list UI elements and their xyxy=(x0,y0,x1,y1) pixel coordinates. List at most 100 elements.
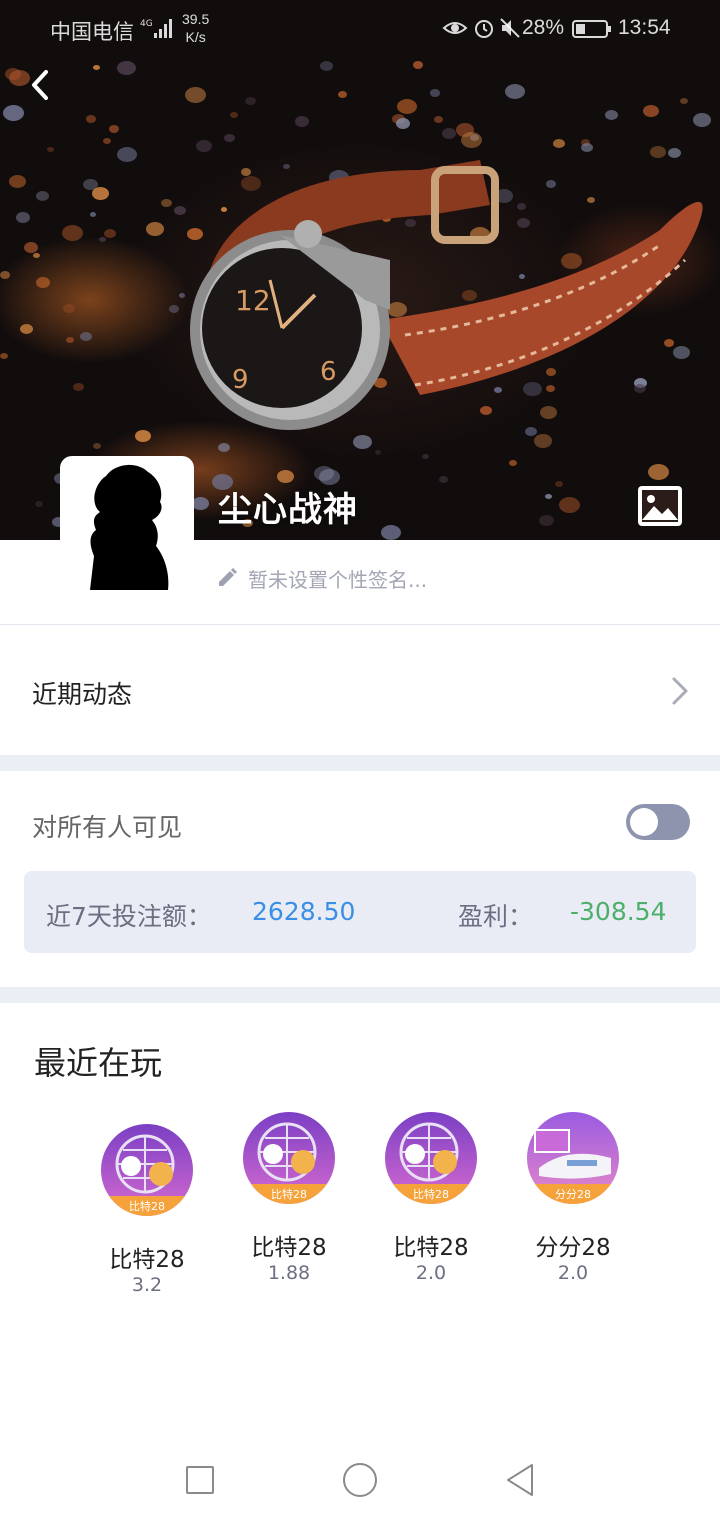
sequin-decoration xyxy=(80,332,92,341)
sequin-decoration xyxy=(73,383,84,391)
recent-activity-row[interactable]: 近期动态 xyxy=(0,625,720,755)
sequin-decoration xyxy=(36,191,49,201)
sequin-decoration xyxy=(559,497,580,513)
signature-text: 暂未设置个性签名... xyxy=(248,568,428,592)
sequin-decoration xyxy=(179,293,185,298)
svg-text:比特28: 比特28 xyxy=(271,1187,307,1201)
sequin-decoration xyxy=(117,147,137,162)
sequin-decoration xyxy=(9,175,26,188)
sequin-decoration xyxy=(509,460,517,466)
svg-text:分分28: 分分28 xyxy=(555,1188,591,1201)
battery-icon xyxy=(572,20,611,38)
profit-value: -308.54 xyxy=(570,897,667,926)
alarm-icon xyxy=(475,20,493,38)
sequin-decoration xyxy=(135,430,151,442)
sequin-decoration xyxy=(338,91,347,98)
home-icon[interactable] xyxy=(343,1463,377,1497)
section-separator xyxy=(0,987,720,1003)
sequin-decoration xyxy=(83,179,98,190)
sequin-decoration xyxy=(381,525,401,540)
svg-text:4G: 4G xyxy=(140,19,153,29)
game-name: 比特28 xyxy=(393,1235,469,1261)
sequin-decoration xyxy=(224,134,235,142)
sequin-decoration xyxy=(320,61,333,71)
svg-text:6: 6 xyxy=(320,357,337,387)
fenfen28-game-icon: 分分28 xyxy=(527,1112,619,1204)
sequin-decoration xyxy=(63,304,75,313)
sequin-decoration xyxy=(103,138,111,144)
sequin-decoration xyxy=(314,466,334,481)
sequin-decoration xyxy=(104,229,116,238)
bit28-game-icon: 比特28 xyxy=(385,1112,477,1204)
recent-games-title: 最近在玩 xyxy=(34,1044,163,1082)
sequin-decoration xyxy=(0,271,10,279)
sequin-decoration xyxy=(245,97,256,105)
sequin-decoration xyxy=(35,501,43,507)
sequin-decoration xyxy=(230,112,238,118)
back-icon[interactable] xyxy=(504,1462,536,1498)
sequin-decoration xyxy=(3,105,24,121)
sequin-decoration xyxy=(539,515,554,526)
sequin-decoration xyxy=(396,118,410,129)
chevron-left-icon[interactable] xyxy=(26,66,56,104)
sequin-decoration xyxy=(643,105,659,117)
username: 尘心战神 xyxy=(218,490,358,530)
sequin-decoration xyxy=(66,337,74,343)
sequin-decoration xyxy=(505,84,525,99)
sequin-decoration xyxy=(146,222,164,236)
svg-text:12: 12 xyxy=(235,284,271,317)
svg-text:9: 9 xyxy=(232,365,249,395)
sequin-decoration xyxy=(174,206,186,215)
sequin-decoration xyxy=(430,89,440,97)
sequin-decoration xyxy=(109,125,119,133)
sequin-decoration xyxy=(192,497,209,510)
game-item[interactable]: 分分28 分分28 2.0 xyxy=(508,1112,638,1292)
svg-text:比特28: 比特28 xyxy=(413,1187,449,1201)
game-item[interactable]: 比特28 比特28 1.88 xyxy=(224,1112,354,1292)
speed-value: 39.5 xyxy=(182,11,210,27)
pencil-icon xyxy=(219,568,237,586)
sequin-decoration xyxy=(397,99,417,114)
sequin-decoration xyxy=(434,116,443,123)
speed-unit: K/s xyxy=(185,29,206,45)
game-odds: 2.0 xyxy=(415,1262,447,1284)
sequin-decoration xyxy=(93,65,100,70)
sequin-decoration xyxy=(62,225,83,241)
sequin-decoration xyxy=(161,199,172,207)
sequin-decoration xyxy=(185,87,206,103)
sequin-decoration xyxy=(461,132,482,148)
profit-label: 盈利： xyxy=(458,902,534,931)
stats-card: 近7天投注额： 2628.50 盈利： -308.54 xyxy=(24,871,696,953)
carrier-name: 中国电信 xyxy=(50,21,134,44)
sequin-decoration xyxy=(33,253,40,258)
bet-value: 2628.50 xyxy=(252,897,356,926)
sequin-decoration xyxy=(20,324,33,334)
recent-apps-icon[interactable] xyxy=(186,1466,214,1494)
toggle-knob xyxy=(630,808,658,836)
sequin-decoration xyxy=(422,454,429,459)
status-bar: 中国电信 4G 39.5 K/s 28% 13:54 xyxy=(0,0,720,60)
sequin-decoration xyxy=(169,305,179,313)
game-odds: 1.88 xyxy=(267,1262,311,1284)
sequin-decoration xyxy=(439,476,448,483)
sequin-decoration xyxy=(36,277,50,288)
chevron-right-icon xyxy=(672,677,688,705)
bet-label: 近7天投注额： xyxy=(46,902,212,931)
sequin-decoration xyxy=(375,450,381,455)
avatar[interactable] xyxy=(60,456,194,590)
visibility-toggle[interactable] xyxy=(626,804,690,840)
sequin-decoration xyxy=(0,353,8,359)
network-speed: 39.5 K/s xyxy=(182,10,209,46)
sequin-decoration xyxy=(16,212,30,223)
sequin-decoration xyxy=(680,98,688,104)
game-item[interactable]: 比特28 比特28 2.0 xyxy=(366,1112,496,1292)
game-item[interactable]: 比特28 比特28 3.2 xyxy=(82,1124,212,1304)
game-odds: 2.0 xyxy=(557,1262,589,1284)
sequin-decoration xyxy=(413,61,423,69)
game-odds: 3.2 xyxy=(131,1274,163,1296)
avatar-silhouette-icon xyxy=(90,464,169,590)
visibility-label: 对所有人可见 xyxy=(32,813,183,842)
sequin-decoration xyxy=(99,237,106,242)
image-icon[interactable] xyxy=(636,484,684,528)
watch-photo: 12 6 9 xyxy=(190,160,703,430)
